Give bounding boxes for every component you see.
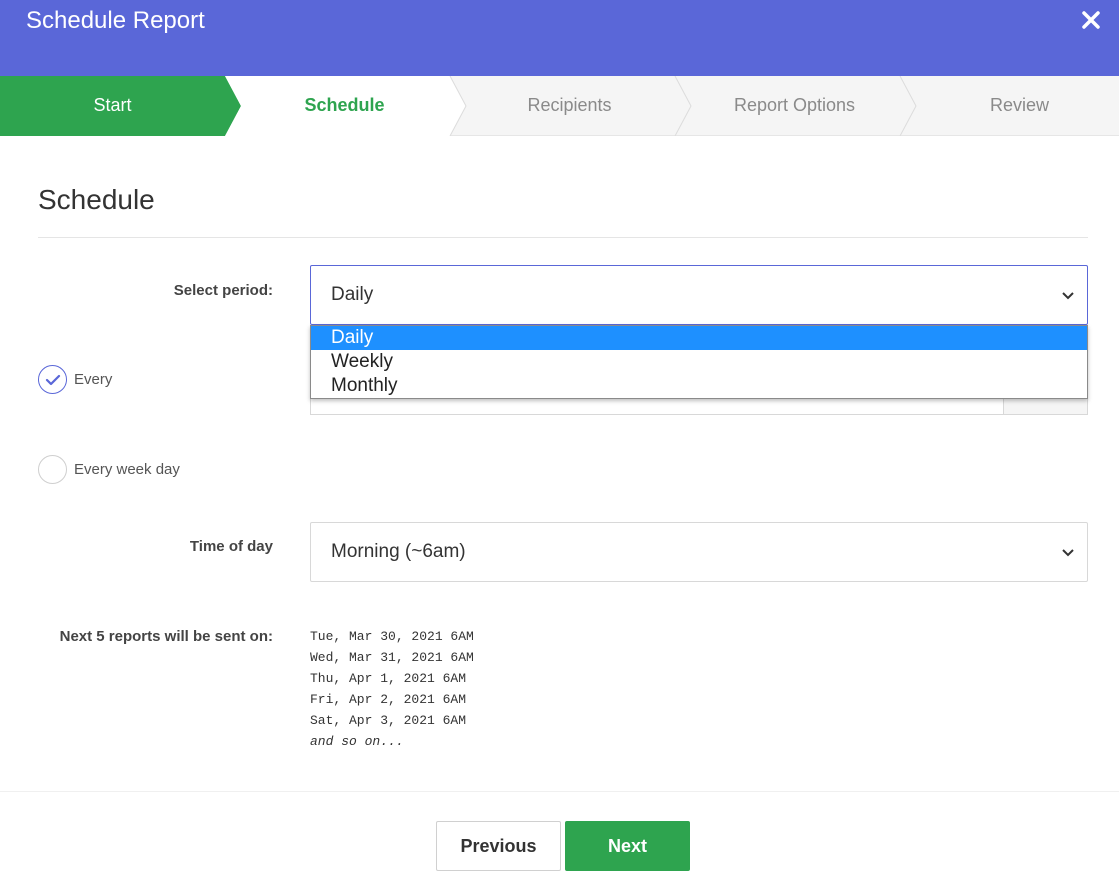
step-review[interactable]: Review [907, 76, 1119, 136]
report-date: Fri, Apr 2, 2021 6AM [310, 692, 467, 707]
step-recipients[interactable]: Recipients [457, 76, 682, 136]
report-dates-more: and so on... [310, 734, 404, 749]
next-reports-label: Next 5 reports will be sent on: [59, 628, 273, 645]
period-label: Select period: [173, 282, 273, 299]
period-select[interactable]: Daily [310, 265, 1088, 325]
step-schedule[interactable]: Schedule [232, 76, 457, 136]
section-title: Schedule [38, 184, 155, 215]
time-of-day-label: Time of day [189, 538, 273, 555]
next-reports-list: Tue, Mar 30, 2021 6AM Wed, Mar 31, 2021 … [310, 626, 474, 752]
every-week-day-radio[interactable] [38, 455, 67, 484]
chevron-down-icon [1061, 545, 1075, 559]
every-radio-label[interactable]: Every [74, 371, 112, 388]
previous-button[interactable]: Previous [436, 821, 561, 871]
step-start[interactable]: Start [0, 76, 225, 136]
period-option-daily[interactable]: Daily [311, 326, 1087, 350]
time-of-day-select[interactable]: Morning (~6am) [310, 522, 1088, 582]
check-icon [45, 374, 61, 386]
time-of-day-value: Morning (~6am) [331, 541, 466, 562]
chevron-down-icon [1061, 288, 1075, 302]
report-date: Tue, Mar 30, 2021 6AM [310, 629, 474, 644]
footer-divider [0, 791, 1119, 792]
every-radio[interactable] [38, 365, 67, 394]
period-select-value: Daily [331, 284, 374, 305]
next-button[interactable]: Next [565, 821, 690, 871]
close-icon[interactable] [1081, 10, 1101, 30]
report-date: Thu, Apr 1, 2021 6AM [310, 671, 467, 686]
report-date: Wed, Mar 31, 2021 6AM [310, 650, 474, 665]
report-date: Sat, Apr 3, 2021 6AM [310, 713, 467, 728]
section-divider [38, 237, 1088, 238]
period-dropdown-list: Daily Weekly Monthly [310, 325, 1088, 399]
period-option-monthly[interactable]: Monthly [311, 374, 1087, 398]
wizard-steps: Start Schedule Recipients Report Options… [0, 76, 1119, 136]
dialog-title: Schedule Report [26, 7, 205, 34]
dialog-header: Schedule Report [0, 0, 1119, 76]
every-week-day-label[interactable]: Every week day [74, 461, 180, 478]
period-option-weekly[interactable]: Weekly [311, 350, 1087, 374]
step-report-options[interactable]: Report Options [682, 76, 907, 136]
